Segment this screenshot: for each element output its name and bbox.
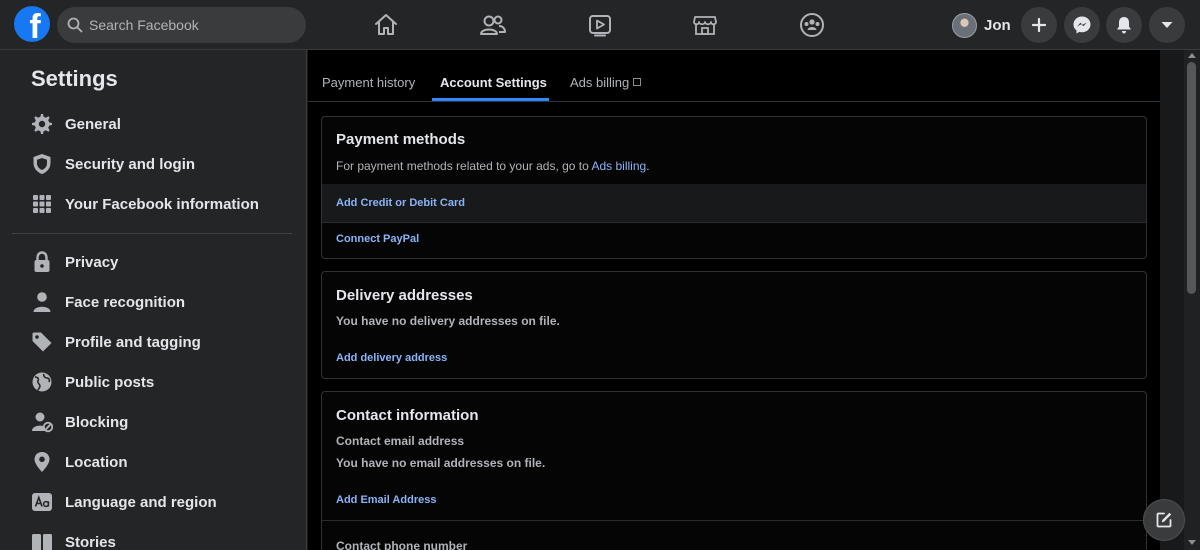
sidebar-divider bbox=[12, 233, 292, 234]
sidebar-item-label: Location bbox=[65, 453, 128, 471]
payment-methods-description: For payment methods related to your ads,… bbox=[336, 159, 650, 173]
sidebar-item-privacy[interactable]: Privacy bbox=[12, 242, 294, 282]
sidebar-item-label: Profile and tagging bbox=[65, 333, 201, 351]
tab-account-settings[interactable]: Account Settings bbox=[440, 75, 547, 90]
sidebar-item-stories[interactable]: Stories bbox=[12, 522, 294, 550]
scroll-up-arrow-icon[interactable] bbox=[1188, 53, 1196, 58]
sidebar-item-label: Privacy bbox=[65, 253, 119, 271]
account-menu-caret-icon bbox=[1161, 22, 1173, 28]
add-delivery-address-link[interactable]: Add delivery address bbox=[336, 352, 447, 364]
sidebar-item-label: Blocking bbox=[65, 413, 129, 431]
settings-sidebar: Settings General Security and login Your… bbox=[0, 50, 307, 550]
sidebar-item-label: Face recognition bbox=[65, 293, 186, 311]
active-tab-indicator bbox=[432, 98, 549, 101]
sidebar-item-label: General bbox=[65, 115, 121, 133]
profile-chip[interactable]: Jon bbox=[948, 7, 1017, 43]
sidebar-item-label: Security and login bbox=[65, 155, 196, 173]
language-aa-icon bbox=[31, 491, 53, 513]
top-navigation-bar: f Jon bbox=[0, 0, 1200, 50]
row-divider bbox=[322, 222, 1146, 223]
contact-phone-heading: Contact phone number bbox=[336, 539, 468, 550]
tab-payment-history[interactable]: Payment history bbox=[322, 75, 415, 90]
ads-billing-link[interactable]: Ads billing bbox=[591, 159, 646, 173]
globe-icon bbox=[31, 371, 53, 393]
sidebar-item-label: Language and region bbox=[65, 493, 217, 511]
scroll-thumb[interactable] bbox=[1187, 62, 1196, 294]
notifications-button[interactable] bbox=[1106, 7, 1142, 43]
compose-edit-icon bbox=[1156, 512, 1172, 528]
profile-name: Jon bbox=[984, 16, 1011, 34]
facebook-logo[interactable]: f bbox=[14, 6, 50, 42]
sidebar-item-public-posts[interactable]: Public posts bbox=[12, 362, 294, 402]
scroll-down-arrow-icon[interactable] bbox=[1188, 540, 1196, 545]
grid-icon bbox=[31, 193, 53, 215]
home-icon[interactable] bbox=[371, 10, 401, 40]
tab-ads-billing[interactable]: Ads billing bbox=[570, 75, 642, 90]
sidebar-item-your-facebook-information[interactable]: Your Facebook information bbox=[12, 184, 294, 224]
delivery-addresses-card: Delivery addresses You have no delivery … bbox=[321, 271, 1147, 379]
section-title: Contact information bbox=[336, 407, 479, 424]
friends-icon[interactable] bbox=[478, 10, 508, 40]
sidebar-item-face-recognition[interactable]: Face recognition bbox=[12, 282, 294, 322]
messenger-icon bbox=[1073, 16, 1091, 34]
sidebar-item-label: Stories bbox=[65, 533, 116, 550]
gear-icon bbox=[31, 113, 53, 135]
contact-email-heading: Contact email address bbox=[336, 434, 465, 448]
sidebar-item-profile-and-tagging[interactable]: Profile and tagging bbox=[12, 322, 294, 362]
row-divider bbox=[322, 520, 1146, 521]
search-icon bbox=[67, 17, 83, 33]
groups-icon[interactable] bbox=[797, 10, 827, 40]
messenger-button[interactable] bbox=[1064, 7, 1100, 43]
sidebar-item-general[interactable]: General bbox=[12, 104, 294, 144]
main-content: Payment history Account Settings Ads bil… bbox=[308, 50, 1160, 550]
marketplace-icon[interactable] bbox=[690, 10, 720, 40]
avatar bbox=[952, 12, 977, 38]
tag-icon bbox=[31, 331, 53, 353]
payment-methods-card: Payment methods For payment methods rela… bbox=[321, 116, 1147, 259]
sidebar-item-security[interactable]: Security and login bbox=[12, 144, 294, 184]
location-pin-icon bbox=[31, 451, 53, 473]
add-email-address-link[interactable]: Add Email Address bbox=[336, 494, 436, 506]
page-scrollbar[interactable] bbox=[1184, 50, 1200, 550]
lock-icon bbox=[31, 251, 53, 273]
notifications-bell-icon bbox=[1117, 17, 1131, 34]
section-title: Payment methods bbox=[336, 131, 466, 148]
plus-icon bbox=[1031, 17, 1047, 33]
sidebar-item-language-and-region[interactable]: Language and region bbox=[12, 482, 294, 522]
shield-icon bbox=[31, 153, 53, 175]
sidebar-item-label: Public posts bbox=[65, 373, 155, 391]
create-button[interactable] bbox=[1021, 7, 1057, 43]
sidebar-item-label: Your Facebook information bbox=[65, 195, 259, 213]
sidebar-title: Settings bbox=[31, 66, 118, 91]
new-message-button[interactable] bbox=[1143, 499, 1185, 541]
stories-book-icon bbox=[31, 531, 53, 550]
add-credit-or-debit-card-link[interactable]: Add Credit or Debit Card bbox=[336, 197, 465, 209]
connect-paypal-link[interactable]: Connect PayPal bbox=[336, 233, 419, 245]
blocked-person-icon bbox=[31, 411, 53, 433]
search-input[interactable] bbox=[89, 17, 279, 33]
contact-email-empty-text: You have no email addresses on file. bbox=[336, 456, 546, 470]
sidebar-item-blocking[interactable]: Blocking bbox=[12, 402, 294, 442]
settings-tabs: Payment history Account Settings Ads bil… bbox=[308, 50, 1160, 102]
person-icon bbox=[31, 291, 53, 313]
contact-information-card: Contact information Contact email addres… bbox=[321, 391, 1147, 550]
delivery-empty-text: You have no delivery addresses on file. bbox=[336, 314, 560, 328]
watch-icon[interactable] bbox=[585, 10, 615, 40]
section-title: Delivery addresses bbox=[336, 287, 473, 304]
account-menu-button[interactable] bbox=[1149, 7, 1185, 43]
search-box[interactable] bbox=[57, 7, 306, 43]
sidebar-item-location[interactable]: Location bbox=[12, 442, 294, 482]
external-link-icon bbox=[633, 78, 642, 86]
